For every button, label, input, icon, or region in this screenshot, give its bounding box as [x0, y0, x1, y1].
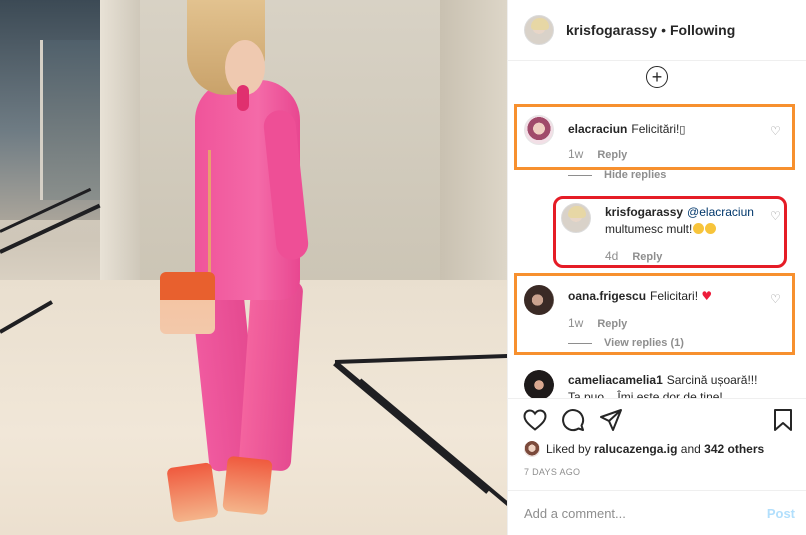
avatar[interactable]	[524, 115, 554, 145]
liker-username[interactable]: ralucazenga.ig	[594, 442, 677, 456]
bag-strap	[208, 150, 211, 275]
post-photo	[0, 0, 507, 535]
avatar[interactable]	[524, 15, 554, 45]
post-time[interactable]: 7 DAYS AGO	[524, 467, 580, 477]
likes-prefix: Liked by	[546, 442, 591, 456]
view-replies-button[interactable]: View replies (1)	[568, 337, 684, 349]
comment-username[interactable]: krisfogarassy	[605, 205, 683, 219]
comment-body: Felicitări!	[631, 122, 680, 136]
likes-others-link[interactable]: 342 others	[704, 442, 764, 456]
separator-dot: •	[661, 22, 666, 38]
pants-leg	[238, 278, 304, 472]
bookmark-icon[interactable]	[770, 407, 796, 433]
handbag	[160, 272, 215, 334]
like-heart-icon[interactable]	[522, 407, 548, 433]
post-header: krisfogarassy • Following	[508, 0, 806, 61]
post-button[interactable]: Post	[767, 506, 795, 521]
woman-in-pink-jumpsuit	[130, 0, 330, 535]
comment-body: Felicitari!	[650, 289, 699, 303]
replies-toggle-label: View replies (1)	[604, 337, 684, 349]
reply-button[interactable]: Reply	[597, 149, 627, 161]
reply-item: krisfogarassy @elacraciun multumesc mult!…	[561, 203, 765, 263]
reply-button[interactable]: Reply	[597, 318, 627, 330]
comment-username[interactable]: elacraciun	[568, 122, 627, 136]
photo-storefront-window	[40, 40, 100, 200]
comment-body: multumesc mult!	[605, 222, 693, 236]
comment-time[interactable]: 1w	[568, 316, 583, 330]
comment-text: krisfogarassy @elacraciun multumesc mult!	[605, 204, 765, 238]
comment-text: oana.frigescu Felicitari! ♥	[568, 288, 748, 315]
sandal	[166, 462, 219, 523]
likes-and: and	[680, 442, 701, 456]
add-comment-bar: Post	[508, 490, 806, 535]
pink-earring	[237, 85, 249, 111]
plus-circle-icon: +	[651, 67, 663, 87]
comment-meta: 1w Reply	[568, 147, 627, 161]
like-comment-heart-icon[interactable]: ♡	[770, 293, 782, 305]
comment-time[interactable]: 4d	[605, 249, 618, 263]
following-button[interactable]: Following	[670, 22, 735, 38]
load-more-comments-button[interactable]: +	[646, 66, 668, 88]
divider-line	[568, 342, 592, 344]
share-icon[interactable]	[598, 407, 624, 433]
like-comment-heart-icon[interactable]: ♡	[770, 210, 782, 222]
comments-panel: krisfogarassy • Following + elacraciun Fe…	[507, 0, 806, 535]
comment-username[interactable]: oana.frigescu	[568, 289, 646, 303]
comment-icon[interactable]	[560, 407, 586, 433]
post-actions: Liked by ralucazenga.ig and 342 others 7…	[508, 398, 806, 498]
avatar[interactable]	[561, 203, 591, 233]
comment-text: elacraciun Felicitări!▯	[568, 121, 748, 145]
photo-pillar	[440, 0, 507, 320]
comment-body: Sarcină ușoară!!!	[666, 373, 758, 387]
author-username[interactable]: krisfogarassy	[566, 22, 657, 38]
reply-button[interactable]: Reply	[632, 251, 662, 263]
avatar[interactable]	[524, 370, 554, 400]
sandal	[222, 455, 273, 516]
divider-line	[568, 174, 592, 176]
comment-time[interactable]: 1w	[568, 147, 583, 161]
like-comment-heart-icon[interactable]: ♡	[770, 125, 782, 137]
comment-meta: 1w Reply	[568, 316, 627, 330]
missing-glyph-emoji: ▯	[679, 123, 686, 136]
comment-input[interactable]	[524, 505, 744, 521]
comment-item: elacraciun Felicitări!▯ 1w Reply	[524, 115, 748, 161]
red-heart-emoji: ♥	[701, 289, 713, 303]
comment-username[interactable]: cameliacamelia1	[568, 373, 663, 387]
likes-summary: Liked by ralucazenga.ig and 342 others	[524, 441, 764, 457]
avatar[interactable]	[524, 285, 554, 315]
comment-item: oana.frigescu Felicitari! ♥ 1w Reply	[524, 285, 748, 330]
smile-emoji	[705, 223, 717, 234]
hide-replies-button[interactable]: Hide replies	[568, 169, 666, 181]
comment-meta: 4d Reply	[605, 249, 662, 263]
avatar[interactable]	[524, 441, 540, 457]
mention-link[interactable]: @elacraciun	[687, 205, 754, 219]
replies-toggle-label: Hide replies	[604, 169, 667, 181]
smile-emoji	[693, 223, 705, 234]
